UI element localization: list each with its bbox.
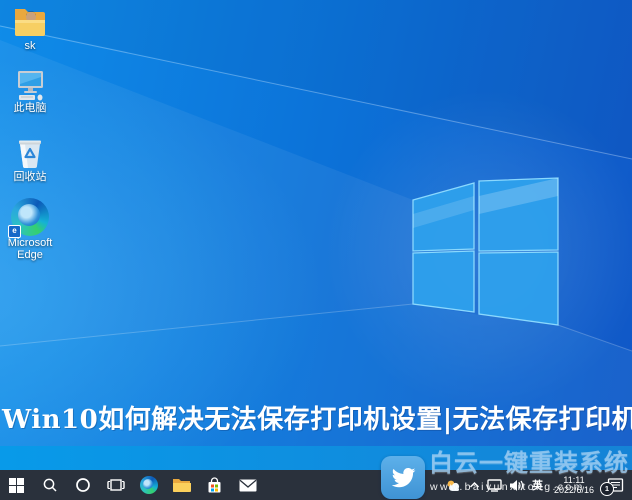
notification-center-button[interactable]: 1 — [604, 474, 626, 496]
desktop-icon-label: 回收站 — [0, 171, 62, 183]
edge-icon: e — [11, 198, 49, 236]
desktop-icon-recycle-bin[interactable]: 回收站 — [0, 136, 62, 183]
notification-badge: 1 — [600, 482, 614, 496]
recycle-bin-icon — [13, 136, 47, 170]
mail-icon — [239, 479, 257, 492]
this-pc-icon — [12, 69, 48, 101]
windows-desktop: sk 此电脑 回收站 e Microsoft Edge Win — [0, 0, 632, 500]
twitter-bird-icon — [390, 465, 416, 491]
desktop-icon-label: Microsoft Edge — [0, 237, 61, 261]
headline-text: Win10如何解决无法保存打印机设置|无法保存打印机设置 — [2, 399, 632, 441]
taskbar-buttons — [0, 470, 264, 500]
windows-start-icon — [9, 478, 24, 493]
volume-icon[interactable] — [509, 479, 524, 492]
wallpaper-floor-strip — [0, 446, 632, 470]
start-button[interactable] — [0, 470, 33, 500]
edge-shortcut-badge-icon: e — [8, 225, 21, 238]
mail-button[interactable] — [231, 470, 264, 500]
desktop-icon-microsoft-edge[interactable]: e Microsoft Edge — [0, 198, 62, 261]
ime-indicator[interactable]: 英 — [531, 477, 544, 493]
task-view-button[interactable] — [99, 470, 132, 500]
twitter-icon — [381, 456, 425, 499]
user-folder-icon — [12, 5, 48, 39]
hidden-icons-caret[interactable] — [469, 481, 480, 489]
taskbar: 英 11:11 2022/6/16 1 — [0, 470, 632, 500]
search-icon — [42, 477, 58, 493]
edge-taskbar-button[interactable] — [132, 470, 165, 500]
desktop-icon-sk[interactable]: sk — [0, 5, 62, 52]
taskbar-clock[interactable]: 11:11 2022/6/16 — [551, 475, 597, 495]
network-display-icon[interactable] — [487, 479, 502, 492]
cortana-button[interactable] — [66, 470, 99, 500]
system-tray: 英 11:11 2022/6/16 1 — [446, 470, 630, 500]
desktop-icon-this-pc[interactable]: 此电脑 — [0, 69, 62, 114]
store-button[interactable] — [198, 470, 231, 500]
tray-date: 2022/6/16 — [551, 485, 597, 495]
file-explorer-button[interactable] — [165, 470, 198, 500]
task-view-icon — [107, 478, 125, 492]
edge-icon — [140, 476, 158, 494]
desktop-icon-label: sk — [0, 40, 62, 52]
search-button[interactable] — [33, 470, 66, 500]
desktop-icon-label: 此电脑 — [0, 102, 62, 114]
weather-icon[interactable] — [446, 479, 462, 492]
store-icon — [206, 477, 223, 494]
tray-time: 11:11 — [551, 475, 597, 485]
cortana-icon — [75, 477, 91, 493]
file-explorer-icon — [172, 477, 191, 493]
